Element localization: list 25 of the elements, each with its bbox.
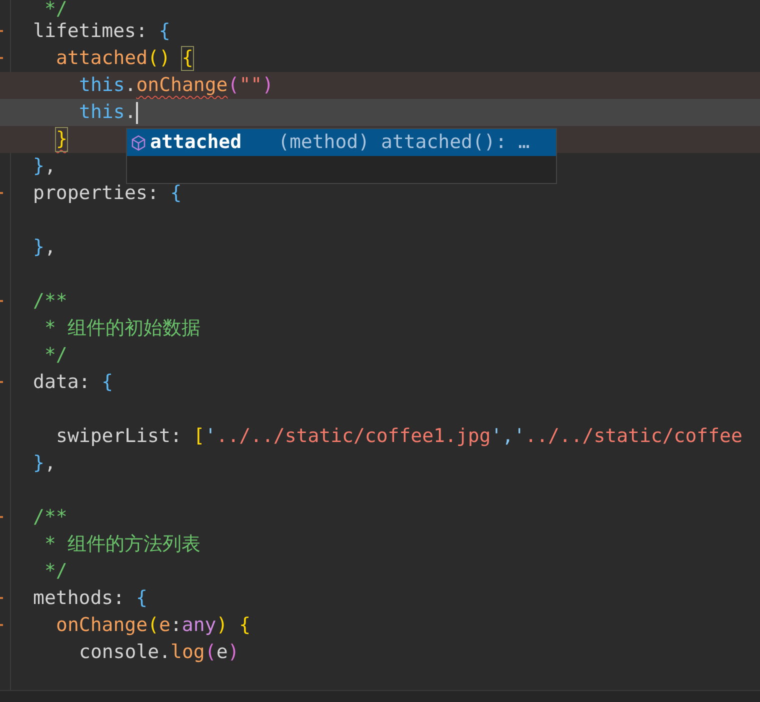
code-line: this. <box>79 100 136 125</box>
suggestion-item[interactable]: attached (method) attached(): … <box>127 129 556 156</box>
code-line: console.log(e) <box>79 640 240 665</box>
code-line: * 组件的方法列表 <box>43 532 200 557</box>
code-line: */ <box>43 559 68 584</box>
code-line: methods: { <box>33 586 148 611</box>
code-line: } <box>56 127 68 153</box>
code-line: /** <box>33 505 68 530</box>
cube-icon <box>131 134 146 150</box>
code-line: */ <box>43 0 68 18</box>
suggestion-label: attached <box>150 130 243 156</box>
code-line: * 组件的初始数据 <box>43 316 200 341</box>
code-line: this.onChange("") <box>79 73 274 98</box>
code-line: }, <box>33 451 56 476</box>
code-line: properties: { <box>33 181 182 206</box>
code-line: }, <box>33 235 56 260</box>
code-line: onChange(e:any) { <box>56 613 251 638</box>
code-line: }, <box>33 154 56 179</box>
code-line: /** <box>33 289 68 314</box>
suggestion-detail: (method) attached(): … <box>278 130 530 156</box>
code-line: */ <box>43 343 68 368</box>
code-line: swiperList: ['../../static/coffee1.jpg','../../static/coffee <box>56 424 742 449</box>
code-line: attached() { <box>56 46 194 72</box>
code-line: data: { <box>33 370 114 395</box>
code-line: lifetimes: { <box>33 19 170 44</box>
